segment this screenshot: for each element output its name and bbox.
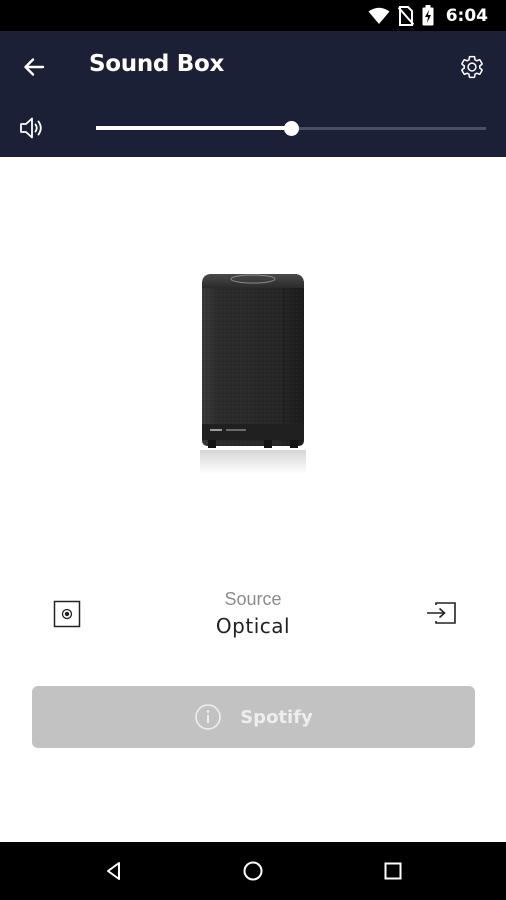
speaker-volume-icon [20, 117, 42, 139]
nav-recents-button[interactable] [378, 856, 408, 886]
arrow-back-icon [24, 58, 45, 76]
source-switch-button[interactable] [424, 600, 458, 626]
back-triangle-icon [107, 862, 120, 880]
status-time: 6:04 [445, 5, 488, 26]
volume-button[interactable] [18, 115, 48, 141]
nav-back-button[interactable] [99, 856, 129, 886]
wifi-icon [368, 7, 390, 24]
back-button[interactable] [14, 47, 54, 87]
slider-thumb[interactable] [284, 121, 299, 136]
status-icons: 6:04 [368, 0, 488, 31]
info-icon [195, 704, 222, 730]
navigation-bar [0, 842, 506, 900]
volume-slider[interactable] [96, 119, 486, 139]
page-title: Sound Box [89, 51, 225, 77]
app-bar: Sound Box [0, 31, 506, 157]
gear-icon [461, 55, 483, 79]
speaker-product-image [188, 266, 318, 476]
spotify-button[interactable]: Spotify [32, 686, 475, 748]
recents-square-icon [384, 862, 402, 880]
settings-button[interactable] [452, 47, 492, 87]
home-circle-icon [243, 861, 263, 881]
input-switch-icon [427, 602, 456, 624]
nav-home-button[interactable] [238, 856, 268, 886]
battery-charging-icon [422, 5, 434, 26]
no-sim-icon [397, 5, 414, 26]
status-bar: 6:04 [0, 0, 506, 31]
slider-fill [96, 126, 291, 130]
spotify-label: Spotify [240, 706, 313, 728]
